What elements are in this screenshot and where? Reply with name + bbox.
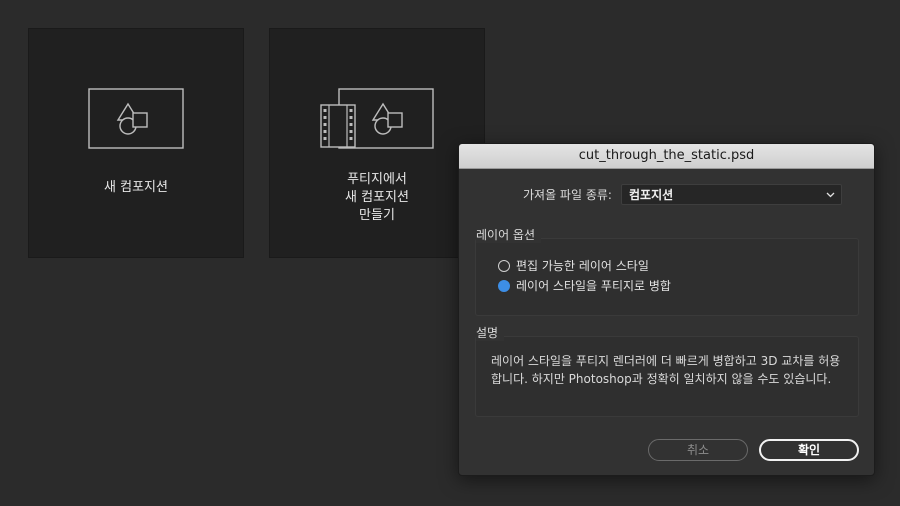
description-text: 레이어 스타일을 푸티지 렌더러에 더 빠르게 병합하고 3D 교차를 허용합니… bbox=[491, 354, 841, 386]
composition-icon bbox=[88, 88, 184, 149]
new-composition-from-footage-card[interactable]: 푸티지에서 새 컴포지션 만들기 bbox=[269, 28, 485, 258]
layer-options-title: 레이어 옵션 bbox=[476, 227, 542, 243]
card-label-line: 새 컴포지션 bbox=[104, 180, 168, 195]
import-kind-row: 가져올 파일 종류: 컴포지션 bbox=[459, 184, 874, 206]
import-kind-value: 컴포지션 bbox=[629, 188, 674, 202]
dialog-title: cut_through_the_static.psd bbox=[459, 144, 874, 169]
import-kind-select[interactable]: 컴포지션 bbox=[621, 184, 842, 205]
card-label-line: 만들기 bbox=[359, 208, 395, 223]
footage-composition-icon bbox=[320, 88, 434, 149]
card-label-line: 푸티지에서 bbox=[347, 172, 407, 187]
radio-label: 레이어 스타일을 푸티지로 병합 bbox=[516, 279, 671, 293]
card-label-line: 새 컴포지션 bbox=[345, 190, 409, 205]
layer-options-group: 레이어 옵션 편집 가능한 레이어 스타일 레이어 스타일을 푸티지로 병합 bbox=[475, 227, 859, 316]
ok-button[interactable]: 확인 bbox=[759, 439, 859, 461]
new-composition-label: 새 컴포지션 bbox=[29, 179, 243, 197]
new-composition-card[interactable]: 새 컴포지션 bbox=[28, 28, 244, 258]
radio-button[interactable] bbox=[498, 260, 510, 272]
cancel-button[interactable]: 취소 bbox=[648, 439, 748, 461]
description-group: 설명 레이어 스타일을 푸티지 렌더러에 더 빠르게 병합하고 3D 교차를 허… bbox=[475, 325, 859, 417]
import-dialog: cut_through_the_static.psd 가져올 파일 종류: 컴포… bbox=[458, 143, 875, 476]
radio-button-selected[interactable] bbox=[498, 280, 510, 292]
description-title: 설명 bbox=[476, 325, 505, 341]
radio-merge-layer-styles[interactable]: 레이어 스타일을 푸티지로 병합 bbox=[498, 277, 671, 295]
new-composition-from-footage-label: 푸티지에서 새 컴포지션 만들기 bbox=[270, 171, 484, 225]
chevron-down-icon bbox=[826, 192, 835, 198]
import-kind-label: 가져올 파일 종류: bbox=[523, 188, 612, 202]
radio-editable-layer-styles[interactable]: 편집 가능한 레이어 스타일 bbox=[498, 257, 649, 275]
radio-label: 편집 가능한 레이어 스타일 bbox=[516, 259, 649, 273]
